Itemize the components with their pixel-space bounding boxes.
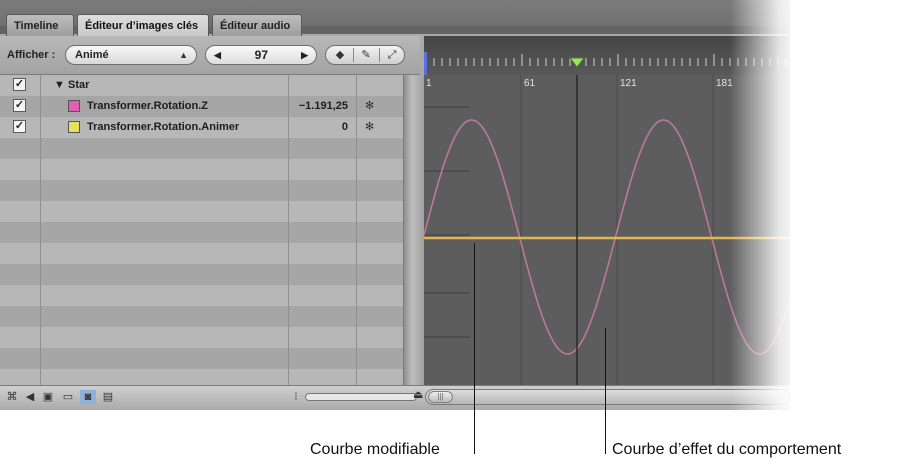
current-frame-field[interactable]: ◀ 97 ▶ [205, 45, 317, 65]
audio-icon[interactable]: ◀ [22, 390, 38, 404]
ruler-label-121: 121 [620, 78, 637, 89]
empty-row [0, 264, 403, 285]
group-disclosure-icon[interactable]: ▼ [54, 79, 65, 91]
curve-graph[interactable] [424, 75, 790, 385]
show-label: Afficher : [7, 49, 56, 61]
list-item[interactable]: ✓ ▼ Star [0, 75, 403, 96]
group-label: Star [68, 79, 90, 91]
empty-row [0, 306, 403, 327]
toolbar: Afficher : Animé ▲ ◀ 97 ▶ ◆ ✎ ⤢ [0, 36, 420, 75]
fit-window-icon[interactable]: ▣ [40, 390, 56, 404]
time-ruler[interactable] [424, 36, 790, 75]
callout-editable-curve: Courbe modifiable [310, 441, 440, 458]
empty-row [0, 159, 403, 180]
empty-row [0, 243, 403, 264]
list-scrollbar[interactable] [403, 75, 424, 387]
zoom-slider-thumb-icon[interactable]: ⏏ [413, 388, 423, 401]
snap-icon[interactable]: ⌘ [4, 390, 20, 404]
ruler-label-181: 181 [716, 78, 733, 89]
save-curve-set-icon[interactable]: ▤ [100, 390, 116, 404]
tab-timeline[interactable]: Timeline [6, 14, 74, 36]
keyframe-tools: ◆ ✎ ⤢ [325, 45, 405, 65]
tab-keyframe-editor[interactable]: Éditeur d’images clés [77, 14, 209, 36]
enable-checkbox[interactable]: ✓ [13, 99, 26, 112]
empty-row [0, 138, 403, 159]
show-popup[interactable]: Animé ▲ [65, 45, 197, 65]
curve-color-swatch [68, 100, 80, 112]
show-popup-value: Animé [75, 49, 109, 61]
zoom-slider[interactable] [305, 393, 417, 401]
empty-row [0, 201, 403, 222]
timeline-scrollbar[interactable] [425, 389, 790, 405]
clear-curves-icon[interactable]: ▭ [60, 390, 76, 404]
playhead-marker-icon [568, 57, 586, 68]
empty-row [0, 348, 403, 369]
list-item[interactable]: ✓ Transformer.Rotation.Animer 0 ✻ [0, 117, 403, 138]
add-keyframe-icon[interactable]: ◆ [328, 47, 352, 63]
callout-line-behavior [605, 328, 606, 454]
previous-frame-icon[interactable]: ◀ [214, 46, 221, 64]
timeline-scroll-thumb[interactable]: ||| [428, 391, 453, 403]
parameter-value[interactable]: 0 [342, 121, 348, 133]
current-frame-value: 97 [254, 48, 268, 62]
enable-checkbox[interactable]: ✓ [13, 78, 26, 91]
ruler-label-1: 1 [426, 78, 432, 89]
parameter-label: Transformer.Rotation.Z [87, 100, 209, 112]
empty-row [0, 327, 403, 348]
curve-color-swatch [68, 121, 80, 133]
tab-audio-editor[interactable]: Éditeur audio [212, 14, 302, 36]
zoom-fit-icon[interactable]: ⤢ [380, 47, 404, 63]
list-item[interactable]: ✓ Transformer.Rotation.Z −1.191,25 ✻ [0, 96, 403, 117]
parameter-list: ✓ ▼ Star ✓ Transformer.Rotation.Z −1.191… [0, 75, 403, 385]
popup-arrows-icon: ▲ [179, 50, 188, 60]
empty-row [0, 180, 403, 201]
parameter-label: Transformer.Rotation.Animer [87, 121, 240, 133]
ruler-label-61: 61 [524, 78, 536, 89]
next-frame-icon[interactable]: ▶ [301, 46, 308, 64]
parameter-value[interactable]: −1.191,25 [299, 100, 348, 112]
tab-bar: Timeline Éditeur d’images clés Éditeur a… [0, 0, 790, 36]
parameter-menu-icon[interactable]: ✻ [365, 99, 374, 112]
pen-tool-icon[interactable]: ✎ [354, 47, 378, 63]
callout-line-editable [474, 243, 475, 454]
enable-checkbox[interactable]: ✓ [13, 120, 26, 133]
empty-row [0, 222, 403, 243]
zoom-slider-arrows-icon: ⁝ [294, 391, 298, 403]
parameter-menu-icon[interactable]: ✻ [365, 120, 374, 133]
keyframe-editor-window: Timeline Éditeur d’images clés Éditeur a… [0, 0, 790, 410]
empty-row [0, 369, 403, 385]
empty-row [0, 285, 403, 306]
curve-set-icon[interactable]: ◙ [80, 390, 96, 404]
callout-behavior-curve: Courbe d’effet du comportement [612, 441, 842, 458]
